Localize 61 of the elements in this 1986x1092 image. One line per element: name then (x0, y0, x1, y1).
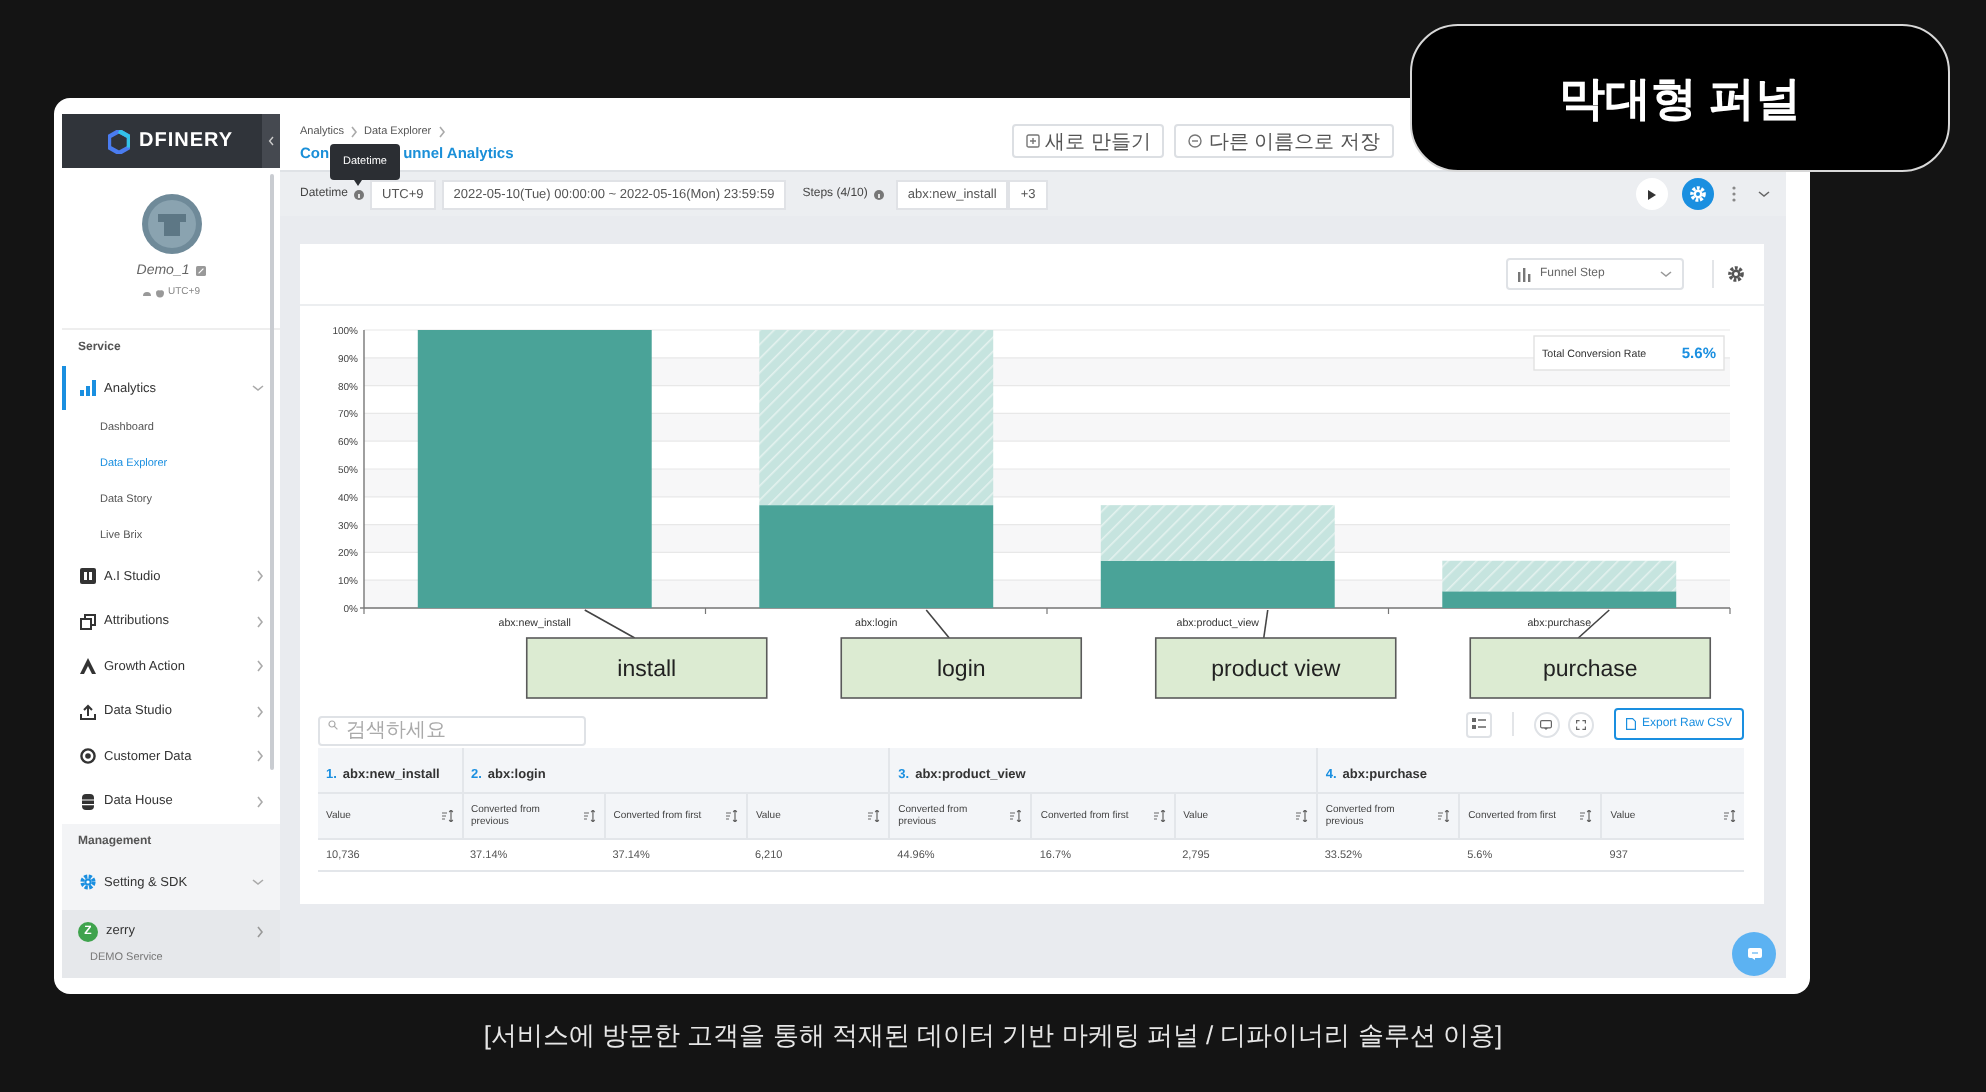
edit-icon (195, 266, 206, 276)
chevron-down-icon[interactable] (1758, 190, 1770, 198)
upload-icon (80, 703, 96, 720)
fullscreen-button[interactable] (1567, 711, 1594, 737)
tooltip-pointer-icon (354, 180, 362, 186)
settings-button[interactable] (1682, 178, 1714, 210)
scrollbar[interactable] (270, 174, 274, 770)
sort-icon[interactable] (725, 810, 738, 822)
sort-icon[interactable] (1153, 810, 1166, 822)
peak-icon (80, 658, 96, 675)
sort-icon[interactable] (1438, 810, 1451, 822)
save-icon (1188, 134, 1203, 148)
leader-line (925, 609, 951, 639)
sort-icon[interactable] (868, 810, 881, 822)
callout-label: install (617, 658, 677, 682)
chevron-left-icon (268, 136, 274, 146)
chip-icon (80, 568, 96, 585)
hexagon-logo-icon (108, 129, 131, 153)
leader-line (583, 609, 636, 639)
chevron-right-icon (437, 126, 446, 138)
chevron-right-icon (350, 126, 359, 138)
sort-icon[interactable] (1724, 810, 1736, 822)
sort-icon[interactable] (1295, 810, 1308, 822)
header-button[interactable]: 다른 이름으로 저장 (1174, 124, 1394, 158)
target-icon (80, 748, 96, 765)
column-settings-button[interactable] (1465, 711, 1492, 737)
comment-icon (1540, 719, 1553, 729)
sort-icon[interactable] (1010, 810, 1023, 822)
chat-icon (1747, 948, 1761, 960)
stacked-squares-icon (80, 613, 96, 630)
sort-icon[interactable] (1580, 810, 1593, 822)
callout-label: purchase (1542, 658, 1638, 682)
avatar-icon (141, 194, 201, 254)
callout-label: product view (1211, 658, 1341, 682)
comment-button[interactable] (1533, 711, 1560, 737)
callout-label: login (936, 658, 986, 682)
sort-icon[interactable] (441, 810, 453, 822)
list-icon (1471, 718, 1486, 730)
leader-line (1262, 609, 1269, 639)
play-icon (1648, 189, 1656, 199)
caption: [서비스에 방문한 고객을 통해 적재된 데이터 기반 마케팅 퍼널 / 디파이너리 솔루션 이용] (481, 1018, 1505, 1054)
database-icon (80, 793, 96, 810)
info-icon (873, 189, 884, 199)
bar-chart-icon (80, 380, 96, 396)
chevron-down-icon (1660, 270, 1672, 278)
gear-icon (1690, 186, 1706, 202)
settings-icon[interactable] (1728, 266, 1744, 282)
settings-icon (80, 874, 96, 891)
expand-icon (1575, 719, 1586, 729)
title-badge: 막대형 퍼널 (1410, 24, 1950, 172)
chevron-right-icon (256, 925, 264, 937)
logo-text: DFINERY (138, 130, 234, 152)
info-icon (354, 189, 365, 199)
search-field[interactable]: 검색하세요 (318, 715, 586, 745)
search-icon (328, 719, 338, 729)
header-button[interactable]: 새로 만들기 (1011, 124, 1165, 158)
bar-chart-icon (1518, 267, 1532, 281)
file-icon (1625, 718, 1636, 730)
sort-icon[interactable] (583, 810, 596, 822)
add-file-icon (1025, 134, 1040, 148)
play-button[interactable] (1636, 178, 1668, 210)
